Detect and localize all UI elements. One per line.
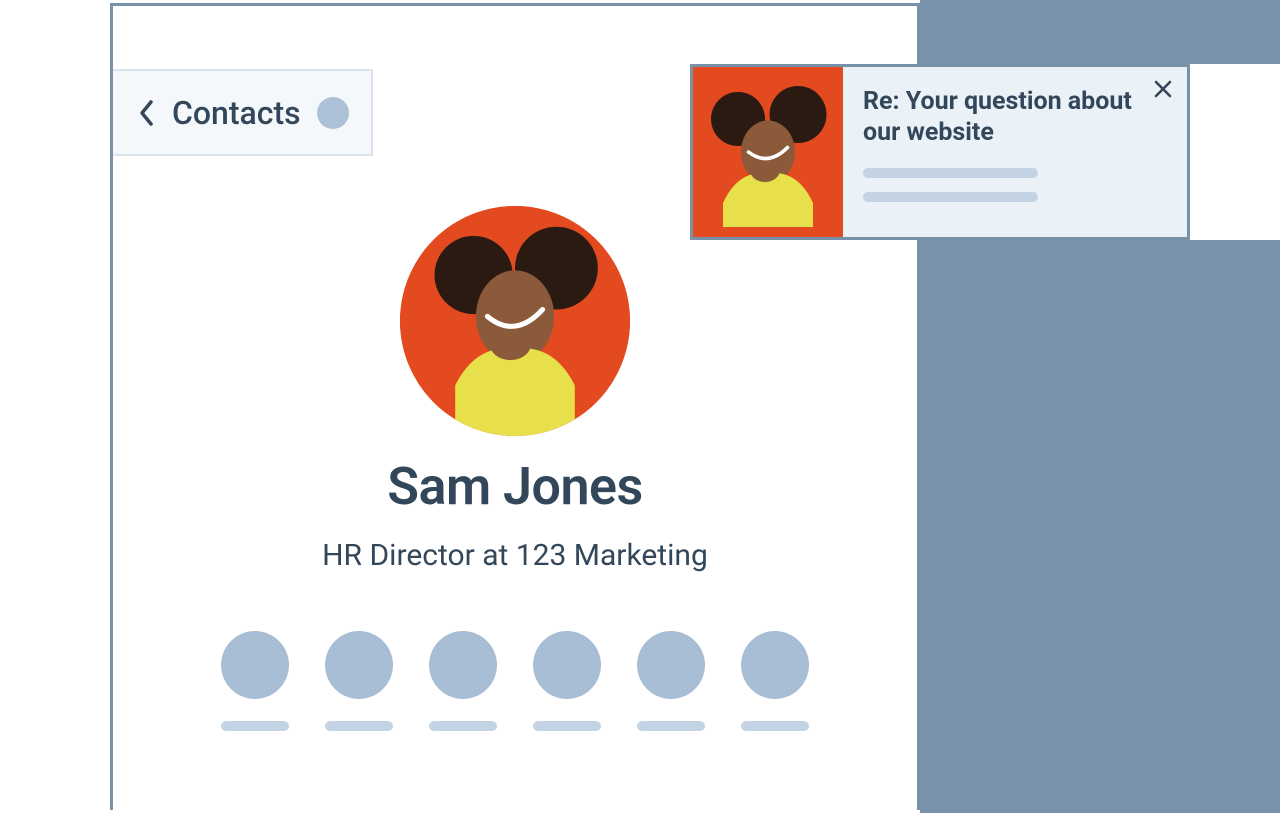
action-placeholder[interactable] (741, 631, 809, 731)
action-placeholder[interactable] (221, 631, 289, 731)
action-placeholder[interactable] (325, 631, 393, 731)
action-placeholder[interactable] (533, 631, 601, 731)
action-label-placeholder (325, 721, 393, 731)
action-row (113, 631, 917, 731)
action-label-placeholder (221, 721, 289, 731)
action-placeholder[interactable] (637, 631, 705, 731)
avatar-person-icon (400, 206, 630, 436)
text-placeholder-line (863, 168, 1038, 178)
close-icon[interactable] (1151, 77, 1175, 101)
action-icon-placeholder (637, 631, 705, 699)
chevron-left-icon (138, 98, 156, 128)
notification-preview-placeholder (863, 168, 1141, 202)
text-placeholder-line (863, 192, 1038, 202)
action-icon-placeholder (429, 631, 497, 699)
action-label-placeholder (741, 721, 809, 731)
notification-card[interactable]: Re: Your question about our website (690, 64, 1190, 240)
notification-subject: Re: Your question about our website (863, 87, 1141, 148)
breadcrumb-status-icon (317, 97, 349, 129)
action-icon-placeholder (221, 631, 289, 699)
action-icon-placeholder (325, 631, 393, 699)
action-label-placeholder (637, 721, 705, 731)
breadcrumb[interactable]: Contacts (113, 69, 373, 156)
breadcrumb-label: Contacts (172, 94, 301, 132)
avatar-person-icon (693, 67, 843, 237)
notification-body: Re: Your question about our website (843, 67, 1187, 237)
contact-avatar[interactable] (400, 206, 630, 436)
action-label-placeholder (429, 721, 497, 731)
contact-name: Sam Jones (113, 456, 917, 517)
notification-avatar (693, 67, 843, 237)
contact-title: HR Director at 123 Marketing (113, 538, 917, 573)
action-icon-placeholder (741, 631, 809, 699)
action-icon-placeholder (533, 631, 601, 699)
action-placeholder[interactable] (429, 631, 497, 731)
notification-overflow-strip (1190, 64, 1280, 240)
action-label-placeholder (533, 721, 601, 731)
